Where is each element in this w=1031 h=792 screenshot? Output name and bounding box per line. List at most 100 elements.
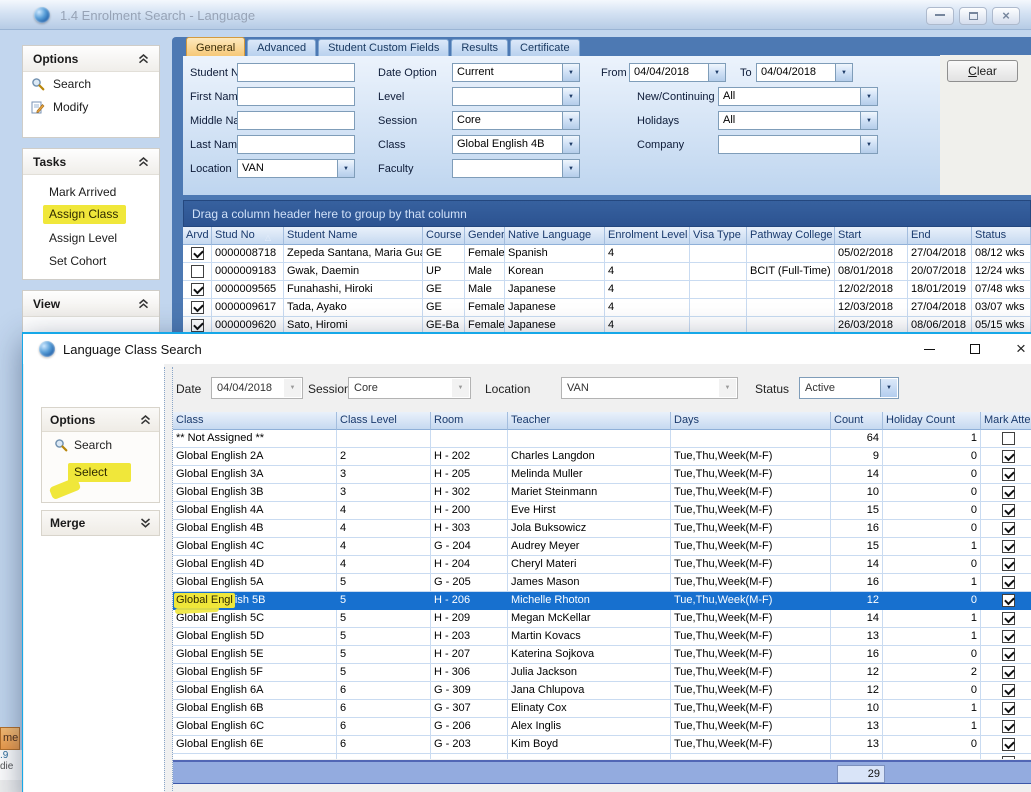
class-row[interactable]: Global English 5D5H - 203Martin KovacsTu…	[173, 628, 1031, 646]
class-row[interactable]: Global English 5B5H - 206Michelle Rhoton…	[173, 592, 1031, 610]
mark-attendance-checkbox-checked-icon[interactable]	[1002, 468, 1015, 481]
middle-name-input[interactable]	[237, 111, 355, 130]
class-row[interactable]	[173, 754, 1031, 759]
sidebar-splitter[interactable]	[164, 367, 173, 791]
mark-attendance-checkbox-checked-icon[interactable]	[1002, 738, 1015, 751]
date-filter-select[interactable]: 04/04/2018▼	[211, 377, 303, 399]
column-header-start[interactable]: Start	[835, 227, 908, 245]
class-row[interactable]: Global English 6B6G - 307Elinaty CoxTue,…	[173, 700, 1031, 718]
column-header-arvd[interactable]: Arvd	[183, 227, 212, 245]
column-header-course[interactable]: Course	[423, 227, 465, 245]
column-header-days[interactable]: Days	[671, 412, 831, 430]
task-mark-arrived[interactable]: Mark Arrived	[23, 180, 159, 203]
enrolment-row[interactable]: 0000009183Gwak, DaeminUPMaleKorean4BCIT …	[183, 263, 1031, 281]
enrolment-row[interactable]: 0000009565Funahashi, HirokiGEMaleJapanes…	[183, 281, 1031, 299]
tab-advanced[interactable]: Advanced	[247, 39, 316, 56]
mark-attendance-checkbox-checked-icon[interactable]	[1002, 702, 1015, 715]
maximize-button[interactable]	[959, 7, 987, 25]
task-set-cohort[interactable]: Set Cohort	[23, 249, 159, 272]
class-row[interactable]: Global English 3B3H - 302Mariet Steinman…	[173, 484, 1031, 502]
class-row[interactable]: Global English 6A6G - 309Jana ChlupovaTu…	[173, 682, 1031, 700]
options-panel-header[interactable]: Options	[42, 408, 159, 432]
class-row[interactable]: Global English 5F5H - 306Julia JacksonTu…	[173, 664, 1031, 682]
modify-action[interactable]: Modify	[23, 95, 159, 118]
class-row[interactable]: Global English 5C5H - 209Megan McKellarT…	[173, 610, 1031, 628]
task-assign-class[interactable]: Assign Class	[23, 203, 159, 226]
checkbox-checked-icon[interactable]	[191, 301, 204, 314]
mark-attendance-checkbox-checked-icon[interactable]	[1002, 648, 1015, 661]
student-no-input[interactable]	[237, 63, 355, 82]
class-row[interactable]: Global English 2A2H - 202Charles Langdon…	[173, 448, 1031, 466]
tab-general[interactable]: General	[186, 37, 245, 56]
column-header-class-level[interactable]: Class Level	[337, 412, 431, 430]
mark-attendance-checkbox-checked-icon[interactable]	[1002, 630, 1015, 643]
status-filter-select[interactable]: Active▼	[799, 377, 899, 399]
date-option-select[interactable]: Current▼	[452, 63, 580, 82]
mark-attendance-checkbox-checked-icon[interactable]	[1002, 558, 1015, 571]
mark-attendance-checkbox-unchecked-icon[interactable]	[1002, 432, 1015, 445]
class-row[interactable]: Global English 4D4H - 204Cheryl MateriTu…	[173, 556, 1031, 574]
tab-results[interactable]: Results	[451, 39, 508, 56]
close-button[interactable]: ×	[992, 7, 1020, 25]
mark-attendance-checkbox-checked-icon[interactable]	[1002, 504, 1015, 517]
search-action[interactable]: Search	[42, 432, 159, 457]
level-select[interactable]: ▼	[452, 87, 580, 106]
class-row[interactable]: Global English 6C6G - 206Alex InglisTue,…	[173, 718, 1031, 736]
close-button[interactable]: ×	[999, 335, 1031, 363]
first-name-input[interactable]	[237, 87, 355, 106]
company-select[interactable]: ▼	[718, 135, 878, 154]
class-row[interactable]: Global English 5A5G - 205James MasonTue,…	[173, 574, 1031, 592]
background-window-tab-fragment[interactable]: men	[0, 727, 20, 750]
maximize-button[interactable]	[953, 335, 997, 363]
tasks-panel-header[interactable]: Tasks	[23, 149, 159, 175]
mark-attendance-checkbox-checked-icon[interactable]	[1002, 720, 1015, 733]
column-header-mark-atte[interactable]: Mark Atte	[981, 412, 1031, 430]
mark-attendance-checkbox-checked-icon[interactable]	[1002, 666, 1015, 679]
mark-attendance-checkbox-checked-icon[interactable]	[1002, 540, 1015, 553]
class-row[interactable]: Global English 3A3H - 205Melinda MullerT…	[173, 466, 1031, 484]
column-header-visa-type[interactable]: Visa Type	[690, 227, 747, 245]
to-date-select[interactable]: 04/04/2018▼	[756, 63, 853, 82]
column-header-pathway-college[interactable]: Pathway College	[747, 227, 835, 245]
session-filter-select[interactable]: Core▼	[348, 377, 471, 399]
class-row[interactable]: Global English 4C4G - 204Audrey MeyerTue…	[173, 538, 1031, 556]
column-header-status[interactable]: Status	[972, 227, 1031, 245]
column-header-native-language[interactable]: Native Language	[505, 227, 605, 245]
search-action[interactable]: Search	[23, 72, 159, 95]
mark-attendance-checkbox-checked-icon[interactable]	[1002, 612, 1015, 625]
mark-attendance-checkbox-unchecked-icon[interactable]	[1002, 756, 1015, 759]
group-by-bar[interactable]: Drag a column header here to group by th…	[183, 200, 1031, 227]
new-continuing-select[interactable]: All▼	[718, 87, 878, 106]
title-bar[interactable]: Language Class Search ×	[23, 334, 1031, 364]
tab-student-custom-fields[interactable]: Student Custom Fields	[318, 39, 449, 56]
mark-attendance-checkbox-checked-icon[interactable]	[1002, 684, 1015, 697]
mark-attendance-checkbox-checked-icon[interactable]	[1002, 594, 1015, 607]
column-header-count[interactable]: Count	[831, 412, 883, 430]
column-header-gender[interactable]: Gender	[465, 227, 505, 245]
checkbox-checked-icon[interactable]	[191, 247, 204, 260]
task-assign-level[interactable]: Assign Level	[23, 226, 159, 249]
checkbox-unchecked-icon[interactable]	[191, 265, 204, 278]
column-header-stud-no[interactable]: Stud No△	[212, 227, 284, 245]
minimize-button[interactable]	[926, 7, 954, 25]
column-header-enrolment-level[interactable]: Enrolment Level	[605, 227, 690, 245]
options-panel-header[interactable]: Options	[23, 46, 159, 72]
holidays-select[interactable]: All▼	[718, 111, 878, 130]
enrolment-row[interactable]: 0000009617Tada, AyakoGEFemaleJapanese412…	[183, 299, 1031, 317]
last-name-input[interactable]	[237, 135, 355, 154]
merge-panel-header[interactable]: Merge	[42, 511, 159, 535]
class-select[interactable]: Global English 4B▼	[452, 135, 580, 154]
checkbox-checked-icon[interactable]	[191, 283, 204, 296]
mark-attendance-checkbox-checked-icon[interactable]	[1002, 576, 1015, 589]
session-select[interactable]: Core▼	[452, 111, 580, 130]
from-date-select[interactable]: 04/04/2018▼	[629, 63, 726, 82]
mark-attendance-checkbox-checked-icon[interactable]	[1002, 450, 1015, 463]
clear-button[interactable]: Clear	[947, 60, 1018, 82]
class-row[interactable]: Global English 6E6G - 203Kim BoydTue,Thu…	[173, 736, 1031, 754]
location-filter-select[interactable]: VAN▼	[561, 377, 738, 399]
column-header-class[interactable]: Class	[173, 412, 337, 430]
mark-attendance-checkbox-checked-icon[interactable]	[1002, 522, 1015, 535]
title-bar[interactable]: 1.4 Enrolment Search - Language ×	[0, 0, 1031, 30]
class-row[interactable]: Global English 5E5H - 207Katerina Sojkov…	[173, 646, 1031, 664]
column-header-room[interactable]: Room	[431, 412, 508, 430]
